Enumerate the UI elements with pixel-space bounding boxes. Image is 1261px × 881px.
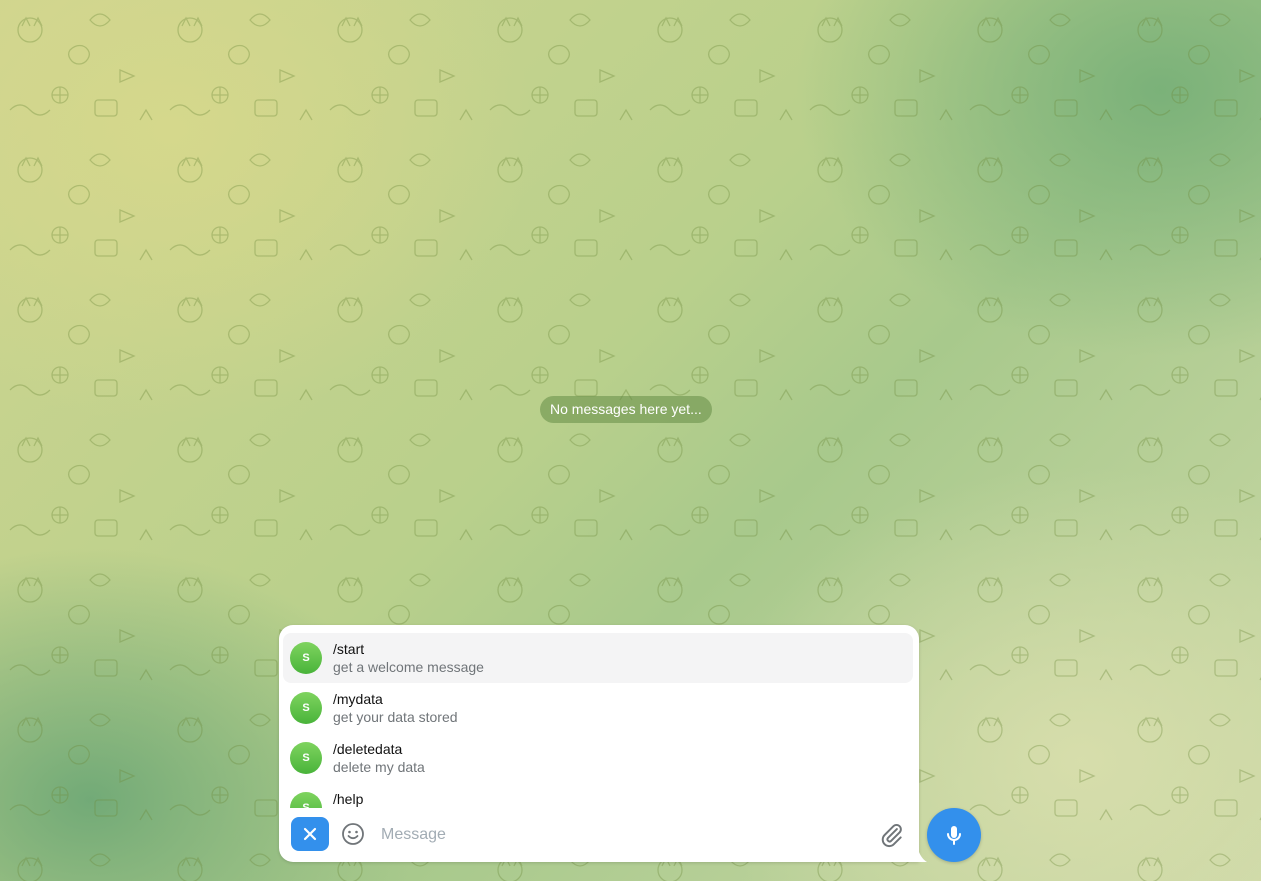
command-description: delete my data (333, 759, 425, 775)
empty-chat-notice: No messages here yet... (540, 396, 712, 423)
microphone-icon (947, 826, 961, 845)
command-description: get your data stored (333, 709, 458, 725)
command-item-start[interactable]: S /start get a welcome message (283, 633, 913, 683)
command-item-mydata[interactable]: S /mydata get your data stored (283, 683, 913, 733)
close-icon (303, 827, 317, 841)
close-commands-button[interactable] (291, 817, 329, 851)
command-name: /start (333, 641, 365, 657)
command-item-help[interactable]: S /help (283, 783, 913, 808)
paperclip-icon[interactable] (879, 822, 905, 848)
smile-icon[interactable] (341, 822, 365, 846)
composer-bubble-tail (917, 846, 927, 862)
bot-avatar: S (290, 742, 322, 774)
bot-avatar: S (290, 642, 322, 674)
bot-avatar: S (290, 692, 322, 724)
bot-avatar: S (290, 792, 322, 808)
record-voice-button[interactable] (927, 808, 981, 862)
bot-command-list: S /start get a welcome message S /mydata… (283, 633, 913, 808)
command-name: /mydata (333, 691, 383, 707)
command-item-deletedata[interactable]: S /deletedata delete my data (283, 733, 913, 783)
command-name: /deletedata (333, 741, 403, 757)
command-description: get a welcome message (333, 659, 484, 675)
command-name: /help (333, 791, 364, 807)
composer-input-row (279, 808, 919, 862)
message-composer: S /start get a welcome message S /mydata… (279, 625, 919, 862)
message-input[interactable] (379, 820, 863, 850)
